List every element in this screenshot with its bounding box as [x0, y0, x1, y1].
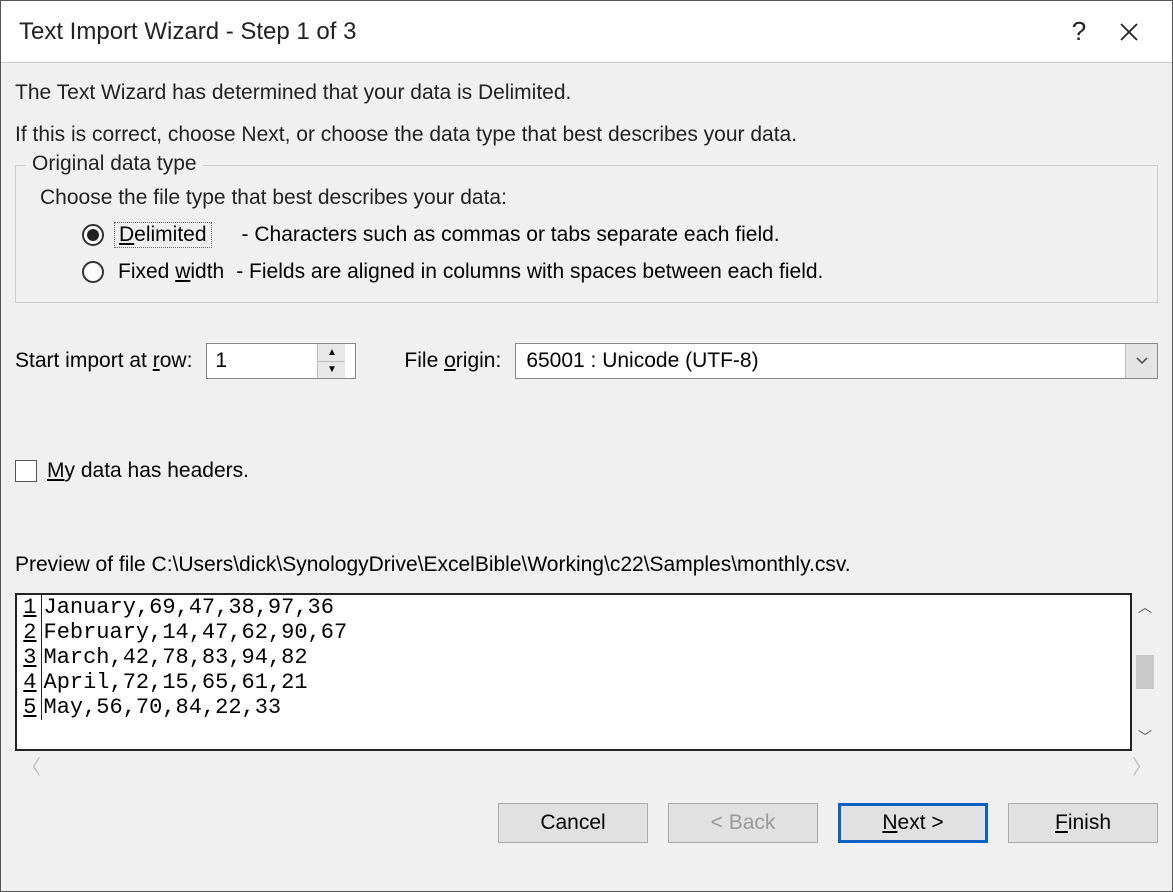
radio-delimited[interactable] [82, 224, 104, 246]
intro-line-2: If this is correct, choose Next, or choo… [15, 123, 1158, 147]
chevron-down-icon [1136, 357, 1148, 365]
intro-line-1: The Text Wizard has determined that your… [15, 81, 1158, 105]
group-legend: Original data type [26, 152, 203, 176]
help-button[interactable]: ? [1054, 7, 1104, 57]
preview-row-number: 4 [17, 670, 41, 695]
preview-row: 4April,72,15,65,61,21 [17, 670, 349, 695]
original-data-type-group: Original data type Choose the file type … [15, 165, 1158, 303]
radio-delimited-row[interactable]: Delimited - Characters such as commas or… [82, 222, 1139, 248]
preview-box: 1January,69,47,38,97,362February,14,47,6… [15, 593, 1132, 751]
group-instruction: Choose the file type that best describes… [40, 186, 1139, 210]
preview-row-text: January,69,47,38,97,36 [41, 595, 349, 620]
preview-label: Preview of file C:\Users\dick\SynologyDr… [15, 553, 1158, 577]
file-origin-dropdown-button[interactable] [1125, 344, 1157, 378]
preview-row-number: 3 [17, 645, 41, 670]
scroll-right-icon[interactable]: 〉 [1132, 751, 1152, 780]
preview-row-text: February,14,47,62,90,67 [41, 620, 349, 645]
preview-table: 1January,69,47,38,97,362February,14,47,6… [17, 595, 349, 720]
preview-row-text: May,56,70,84,22,33 [41, 695, 349, 720]
text-import-wizard-dialog: Text Import Wizard - Step 1 of 3 ? The T… [0, 0, 1173, 892]
preview-horizontal-scrollbar[interactable]: 〈 〉 [15, 753, 1158, 777]
import-settings-row: Start import at row: ▲ ▼ File origin: 65… [15, 343, 1158, 379]
preview-row-text: April,72,15,65,61,21 [41, 670, 349, 695]
preview-row-number: 5 [17, 695, 41, 720]
radio-delimited-label: Delimited [114, 222, 212, 248]
preview-row: 1January,69,47,38,97,36 [17, 595, 349, 620]
radio-fixed-width-label: Fixed width [114, 260, 228, 284]
dialog-title: Text Import Wizard - Step 1 of 3 [19, 18, 1054, 46]
scroll-left-icon[interactable]: 〈 [21, 751, 41, 780]
back-button[interactable]: < Back [668, 803, 818, 843]
radio-fixed-width-desc: - Fields are aligned in columns with spa… [236, 260, 823, 284]
file-origin-combo[interactable]: 65001 : Unicode (UTF-8) [515, 343, 1158, 379]
radio-fixed-width-row[interactable]: Fixed width - Fields are aligned in colu… [82, 260, 1139, 284]
preview-row: 5May,56,70,84,22,33 [17, 695, 349, 720]
headers-checkbox-row[interactable]: My data has headers. [15, 459, 1158, 483]
close-button[interactable] [1104, 7, 1154, 57]
button-row: Cancel < Back Next > Finish [15, 803, 1158, 843]
cancel-button[interactable]: Cancel [498, 803, 648, 843]
scroll-thumb[interactable] [1136, 655, 1154, 689]
dialog-content: The Text Wizard has determined that your… [1, 63, 1172, 891]
scroll-up-icon[interactable]: ︿ [1138, 597, 1152, 617]
preview-row-number: 2 [17, 620, 41, 645]
preview-vertical-scrollbar[interactable]: ︿ ﹀ [1132, 593, 1158, 751]
spinner-down[interactable]: ▼ [318, 362, 345, 379]
headers-checkbox-label: My data has headers. [47, 459, 249, 483]
preview-area: 1January,69,47,38,97,362February,14,47,6… [15, 593, 1158, 751]
start-row-spinner[interactable]: ▲ ▼ [206, 343, 356, 379]
preview-row-number: 1 [17, 595, 41, 620]
titlebar: Text Import Wizard - Step 1 of 3 ? [1, 1, 1172, 63]
radio-delimited-desc: - Characters such as commas or tabs sepa… [242, 223, 780, 247]
file-origin-value: 65001 : Unicode (UTF-8) [516, 344, 1125, 378]
preview-row-text: March,42,78,83,94,82 [41, 645, 349, 670]
close-icon [1120, 23, 1138, 41]
scroll-down-icon[interactable]: ﹀ [1138, 727, 1152, 747]
preview-row: 2February,14,47,62,90,67 [17, 620, 349, 645]
start-row-label: Start import at row: [15, 349, 192, 373]
headers-checkbox[interactable] [15, 460, 37, 482]
radio-fixed-width[interactable] [82, 261, 104, 283]
finish-button[interactable]: Finish [1008, 803, 1158, 843]
next-button[interactable]: Next > [838, 803, 988, 843]
spinner-up[interactable]: ▲ [318, 344, 345, 362]
start-row-input[interactable] [207, 344, 317, 378]
file-origin-label: File origin: [404, 349, 501, 373]
preview-row: 3March,42,78,83,94,82 [17, 645, 349, 670]
